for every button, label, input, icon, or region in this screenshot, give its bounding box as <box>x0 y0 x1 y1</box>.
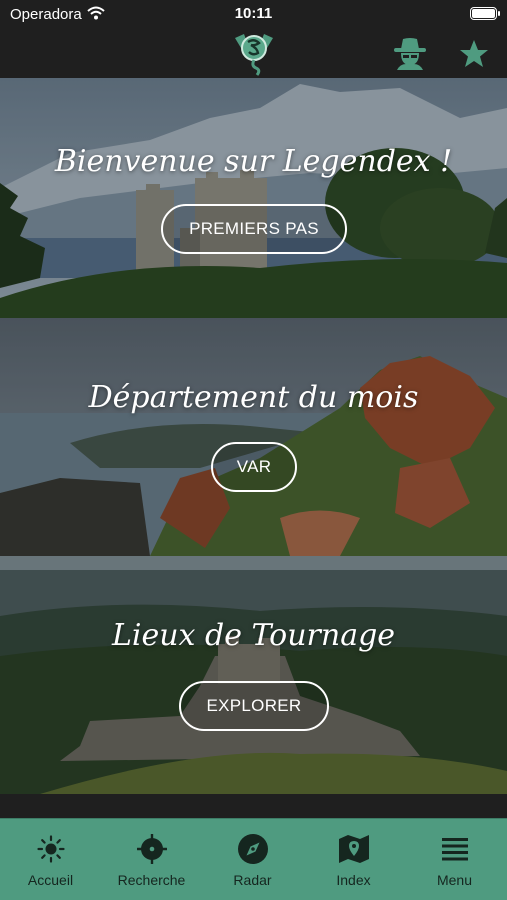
hill-fortress-image <box>0 556 507 794</box>
tab-menu-label: Menu <box>436 872 473 888</box>
tab-menu[interactable]: Menu <box>404 819 505 900</box>
compass-icon <box>236 833 270 865</box>
department-var-button[interactable]: VAR <box>211 442 297 492</box>
star-icon <box>460 39 488 67</box>
menu-icon <box>438 833 472 865</box>
tab-radar-label: Radar <box>233 872 272 888</box>
tab-index-label: Index <box>336 872 371 888</box>
battery-icon <box>470 7 500 20</box>
tab-recherche-label: Recherche <box>117 872 186 888</box>
status-time: 10:11 <box>234 5 273 22</box>
tab-accueil[interactable]: Accueil <box>0 819 101 900</box>
status-bar: Operadora 10:11 <box>0 0 507 28</box>
filming-locations-title: Lieux de Tournage <box>111 618 396 653</box>
map-icon <box>337 833 371 865</box>
top-nav-bar <box>0 28 507 78</box>
crosshair-icon <box>135 833 169 865</box>
coastal-cliffs-image <box>0 318 507 556</box>
detective-profile-button[interactable] <box>390 34 430 72</box>
sun-icon <box>34 833 68 865</box>
favorites-button[interactable] <box>454 34 494 72</box>
tab-index[interactable]: Index <box>303 819 404 900</box>
bottom-tab-bar: Accueil Recherche Radar Index Menu <box>0 818 507 900</box>
tab-radar[interactable]: Radar <box>202 819 303 900</box>
castle-landscape-image <box>0 78 507 318</box>
welcome-card[interactable]: Bienvenue sur Legendex ! PREMIERS PAS <box>0 78 507 318</box>
detective-icon <box>394 38 426 70</box>
dragon-logo[interactable] <box>231 28 277 76</box>
department-card[interactable]: Département du mois VAR <box>0 318 507 556</box>
tab-recherche[interactable]: Recherche <box>101 819 202 900</box>
tab-accueil-label: Accueil <box>27 872 74 888</box>
first-steps-button[interactable]: PREMIERS PAS <box>161 204 347 254</box>
explore-button[interactable]: EXPLORER <box>179 681 329 731</box>
filming-locations-card[interactable]: Lieux de Tournage EXPLORER <box>0 556 507 794</box>
welcome-title: Bienvenue sur Legendex ! <box>54 144 453 179</box>
department-title: Département du mois <box>88 380 419 415</box>
